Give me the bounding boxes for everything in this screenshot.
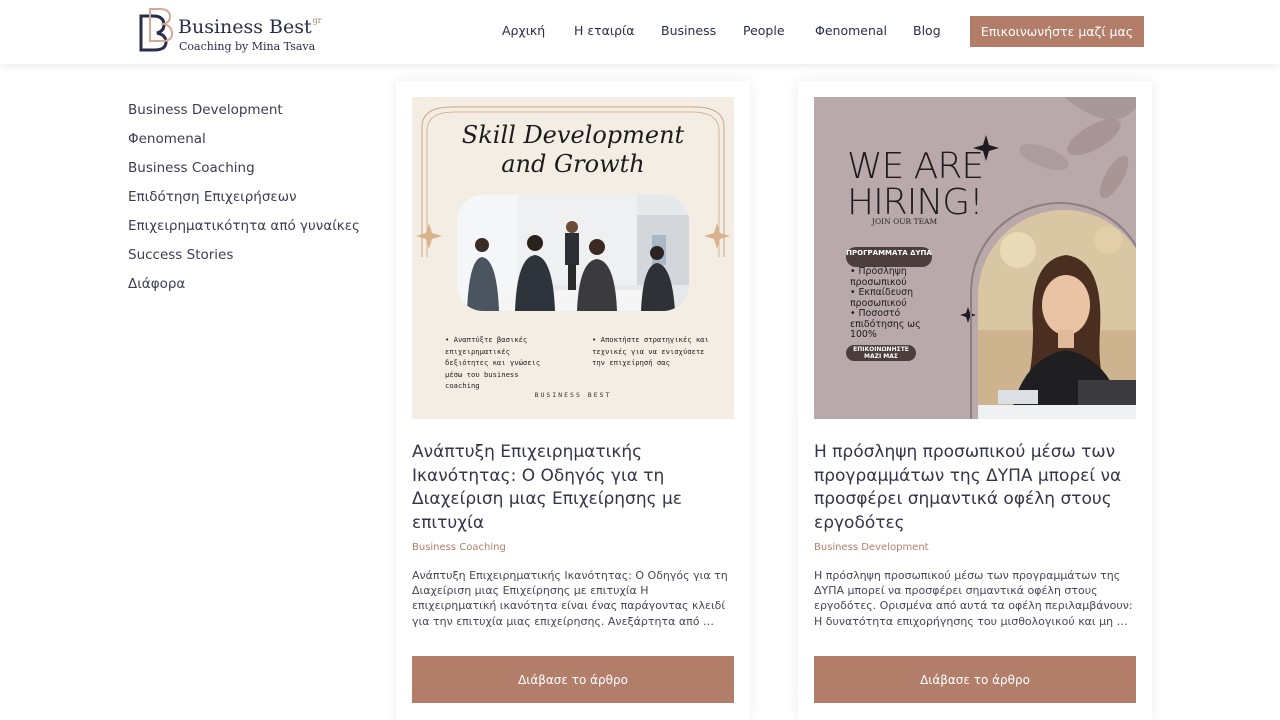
sidebar-item-business-subsidy[interactable]: Επιδότηση Επιχειρήσεων xyxy=(128,187,368,216)
nav-phenomenal[interactable]: Φenomenal xyxy=(815,23,887,38)
post-title[interactable]: Η πρόσληψη προσωπικού μέσω των προγραμμά… xyxy=(814,441,1136,535)
graphic-join-text: JOIN OUR TEAM xyxy=(872,217,938,226)
post-excerpt: Η πρόσληψη προσωπικού μέσω των προγραμμά… xyxy=(814,569,1133,628)
graphic-contact-pill: ΕΠΙΚΟΙΝΩΝΗΣΤΕ ΜΑΖΙ ΜΑΣ xyxy=(846,345,916,361)
nav-people[interactable]: People xyxy=(743,23,785,38)
meeting-photo xyxy=(457,195,689,311)
sidebar-item-women-entrepreneurship[interactable]: Επιχειρηματικότητα από γυναίκες xyxy=(128,216,368,245)
graphic-programs-pill: ΠΡΟΓΡΑΜΜΑΤΑ ΔΥΠΑ xyxy=(846,247,932,267)
brand-tagline: Coaching by Mina Tsava xyxy=(179,40,316,53)
post-thumbnail[interactable]: WE ARE HIRING! JOIN OUR TEAM ΠΡΟΓΡΑΜΜΑΤΑ… xyxy=(814,97,1136,419)
category-sidebar: Business Development Φenomenal Business … xyxy=(128,100,368,303)
brand-name: Business Bestgr xyxy=(178,16,322,38)
logo-mark-icon xyxy=(139,8,174,52)
hiring-graphic: WE ARE HIRING! JOIN OUR TEAM ΠΡΟΓΡΑΜΜΑΤΑ… xyxy=(814,97,1136,419)
nav-company[interactable]: Η εταιρία xyxy=(574,23,635,38)
post-card: Skill Development and Growth • Αναπτύξτε… xyxy=(396,81,750,720)
graphic-bullet-2: • Αποκτήστε στρατηγικές και τεχνικές για… xyxy=(592,335,709,367)
graphic-bullet-1: • Αναπτύξτε βασικές επιχειρηματικές δεξι… xyxy=(445,335,541,390)
nav-home[interactable]: Αρχική xyxy=(502,23,545,38)
graphic-brand: BUSINESS BEST xyxy=(534,391,612,399)
post-card: WE ARE HIRING! JOIN OUR TEAM ΠΡΟΓΡΑΜΜΑΤΑ… xyxy=(798,81,1152,720)
read-article-button[interactable]: Διάβασε το άρθρο xyxy=(814,656,1136,703)
contact-us-button[interactable]: Επικοινωνήστε μαζί μας xyxy=(970,16,1144,47)
site-header: Business Bestgr Coaching by Mina Tsava Α… xyxy=(0,0,1280,64)
sidebar-item-business-coaching[interactable]: Business Coaching xyxy=(128,158,368,187)
sidebar-item-business-development[interactable]: Business Development xyxy=(128,100,368,129)
post-excerpt: Ανάπτυξη Επιχειρηματικής Ικανότητας: Ο Ο… xyxy=(412,569,728,628)
sidebar-item-phenomenal[interactable]: Φenomenal xyxy=(128,129,368,158)
sidebar-item-success-stories[interactable]: Success Stories xyxy=(128,245,368,274)
graphic-heading: WE ARE HIRING! xyxy=(847,146,984,223)
graphic-benefits-list: • Πρόσληψη προσωπικού • Εκπαίδευση προσω… xyxy=(850,266,921,340)
nav-business[interactable]: Business xyxy=(661,23,716,38)
read-article-button[interactable]: Διάβασε το άρθρο xyxy=(412,656,734,703)
nav-blog[interactable]: Blog xyxy=(913,23,941,38)
woman-portrait xyxy=(978,210,1136,419)
graphic-heading: Skill Development and Growth xyxy=(461,121,685,178)
sidebar-item-misc[interactable]: Διάφορα xyxy=(128,274,368,303)
skill-development-graphic: Skill Development and Growth • Αναπτύξτε… xyxy=(412,97,734,419)
post-category[interactable]: Business Coaching xyxy=(412,542,506,553)
post-category[interactable]: Business Development xyxy=(814,542,929,553)
brand-logo[interactable]: Business Bestgr Coaching by Mina Tsava xyxy=(136,6,326,56)
post-thumbnail[interactable]: Skill Development and Growth • Αναπτύξτε… xyxy=(412,97,734,419)
post-title[interactable]: Ανάπτυξη Επιχειρηματικής Ικανότητας: Ο Ο… xyxy=(412,441,734,535)
